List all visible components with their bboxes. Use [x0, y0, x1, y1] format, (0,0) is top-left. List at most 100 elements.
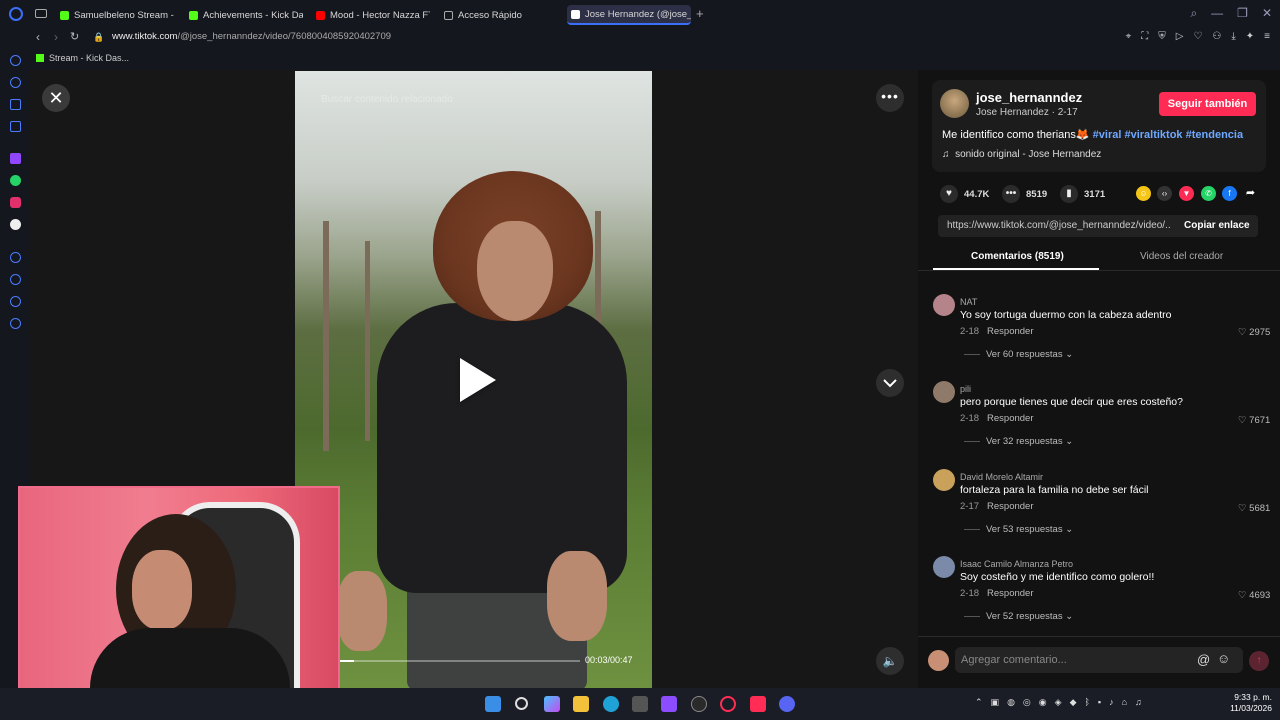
twitch-icon[interactable]: [10, 153, 21, 164]
comment-username[interactable]: pili: [960, 384, 971, 394]
send-share-icon[interactable]: ▼: [1179, 186, 1194, 201]
video-progress-bar[interactable]: [340, 660, 580, 662]
heart-icon[interactable]: ♡: [1193, 31, 1202, 42]
instagram-icon[interactable]: [10, 197, 21, 208]
reply-button[interactable]: Responder: [987, 413, 1033, 424]
snapshot-icon[interactable]: ⛶: [1141, 31, 1148, 42]
tray-app-icon[interactable]: ◎: [1023, 697, 1031, 708]
hashtag-link[interactable]: #viral: [1093, 129, 1122, 141]
comment-avatar[interactable]: [933, 294, 955, 316]
maximize-icon[interactable]: ❐: [1237, 6, 1248, 21]
pin-icon[interactable]: ⌖: [1126, 31, 1132, 42]
comment-username[interactable]: NAT: [960, 297, 977, 307]
tray-app-icon[interactable]: ◍: [1007, 697, 1015, 708]
comment-like[interactable]: ♡ 5681: [1238, 503, 1270, 514]
whatsapp-share-icon[interactable]: ✆: [1201, 186, 1216, 201]
download-icon[interactable]: ⤓: [1231, 31, 1235, 42]
embed-icon[interactable]: ‹›: [1157, 186, 1172, 201]
minimize-icon[interactable]: —: [1211, 6, 1223, 21]
aria-icon[interactable]: [10, 77, 21, 88]
browser-tab-active[interactable]: Jose Hernandez (@jose_h: [567, 5, 691, 25]
chevron-up-icon[interactable]: ⌃: [975, 697, 983, 708]
play-icon[interactable]: [460, 358, 496, 402]
bookmark-item[interactable]: Stream - Kick Das...: [36, 53, 129, 63]
reload-icon[interactable]: ↻: [70, 30, 79, 43]
comment-icon[interactable]: •••: [1002, 185, 1020, 203]
send-icon[interactable]: ↑: [1249, 651, 1269, 671]
hashtag-link[interactable]: #tendencia: [1186, 129, 1243, 141]
comment-like[interactable]: ♡ 7671: [1238, 415, 1270, 426]
history-icon[interactable]: [10, 274, 21, 285]
bookmark-icon[interactable]: ▮: [1060, 185, 1078, 203]
opera-logo-icon[interactable]: [9, 7, 23, 21]
follow-button[interactable]: Seguir también: [1159, 92, 1256, 116]
whatsapp-icon[interactable]: [10, 175, 21, 186]
sound-link[interactable]: ♫ sonido original - Jose Hernandez: [942, 149, 1101, 160]
save-stat[interactable]: ▮ 3171: [1060, 185, 1105, 203]
next-video-button[interactable]: [876, 369, 904, 397]
network-icon[interactable]: ⌂: [1122, 697, 1127, 708]
comment-stat[interactable]: ••• 8519: [1002, 185, 1047, 203]
account-icon[interactable]: ⚇: [1212, 31, 1221, 42]
mention-icon[interactable]: @: [1197, 652, 1210, 667]
ai-icon[interactable]: ✦: [1246, 31, 1254, 42]
comment-like[interactable]: ♡ 4693: [1238, 590, 1270, 601]
tab-comments[interactable]: Comentarios (8519): [971, 251, 1064, 262]
creator-username[interactable]: jose_hernanndez: [976, 90, 1082, 105]
related-search-overlay[interactable]: Buscar contenido relacionado: [321, 94, 453, 105]
tab-switcher-icon[interactable]: [35, 9, 47, 18]
more-share-icon[interactable]: ➦: [1243, 186, 1258, 201]
tiktok-taskbar-icon[interactable]: [750, 696, 766, 712]
comment-avatar[interactable]: [933, 556, 955, 578]
url-field[interactable]: www.tiktok.com/@jose_hernanndez/video/76…: [112, 31, 391, 42]
tab-creator-videos[interactable]: Videos del creador: [1140, 251, 1223, 262]
tray-app-icon[interactable]: ◈: [1055, 697, 1062, 708]
share-url[interactable]: https://www.tiktok.com/@jose_hernanndez/…: [947, 220, 1171, 231]
obs-icon[interactable]: [691, 696, 707, 712]
play-icon[interactable]: ▷: [1176, 31, 1184, 42]
back-icon[interactable]: ‹: [36, 30, 40, 44]
settings-icon[interactable]: [10, 318, 21, 329]
volume-icon[interactable]: 🔈: [876, 647, 904, 675]
sync-icon[interactable]: [10, 55, 21, 66]
app-icon[interactable]: [661, 696, 677, 712]
browser-tab[interactable]: Mood - Hector Nazza FT.: [312, 5, 430, 25]
opera-taskbar-icon[interactable]: [720, 696, 736, 712]
copy-link-button[interactable]: Copiar enlace: [1184, 220, 1250, 231]
tray-app-icon[interactable]: ◆: [1070, 697, 1077, 708]
m-icon[interactable]: [10, 121, 21, 132]
system-clock[interactable]: 9:33 p. m. 11/03/2026: [1222, 692, 1272, 714]
browser-tab[interactable]: Achievements - Kick Dash: [185, 5, 303, 25]
comment-username[interactable]: David Morelo Altamir: [960, 472, 1043, 482]
messenger-icon[interactable]: [10, 99, 21, 110]
copilot-icon[interactable]: [544, 696, 560, 712]
view-replies[interactable]: Ver 52 respuestas ⌄: [964, 611, 1073, 622]
edge-icon[interactable]: [603, 696, 619, 712]
view-replies[interactable]: Ver 53 respuestas ⌄: [964, 524, 1073, 535]
discord-icon[interactable]: [779, 696, 795, 712]
player-icon[interactable]: [10, 252, 21, 263]
store-icon[interactable]: [632, 696, 648, 712]
start-icon[interactable]: [485, 696, 501, 712]
forward-icon[interactable]: ›: [54, 30, 58, 44]
heart-icon[interactable]: ♥: [940, 185, 958, 203]
more-options-icon[interactable]: •••: [876, 84, 904, 112]
hashtag-link[interactable]: #viraltiktok: [1124, 129, 1182, 141]
comment-username[interactable]: Isaac Camilo Almanza Petro: [960, 559, 1073, 569]
like-stat[interactable]: ♥ 44.7K: [940, 185, 989, 203]
new-tab-icon[interactable]: +: [696, 7, 704, 21]
search-icon[interactable]: [515, 697, 528, 710]
view-replies[interactable]: Ver 32 respuestas ⌄: [964, 436, 1073, 447]
tray-app-icon[interactable]: ▣: [991, 697, 1000, 708]
tiktok-icon[interactable]: [10, 219, 21, 230]
close-window-icon[interactable]: ✕: [1262, 6, 1272, 21]
emoji-icon[interactable]: ☺: [1217, 651, 1230, 666]
reply-button[interactable]: Responder: [987, 501, 1033, 512]
reply-button[interactable]: Responder: [987, 326, 1033, 337]
view-replies[interactable]: Ver 60 respuestas ⌄: [964, 349, 1073, 360]
extensions-icon[interactable]: [10, 296, 21, 307]
search-icon[interactable]: ⌕: [1190, 6, 1197, 21]
browser-tab[interactable]: Acceso Rápido: [440, 5, 560, 25]
file-explorer-icon[interactable]: [573, 696, 589, 712]
tray-app-icon[interactable]: ▪: [1098, 697, 1101, 708]
